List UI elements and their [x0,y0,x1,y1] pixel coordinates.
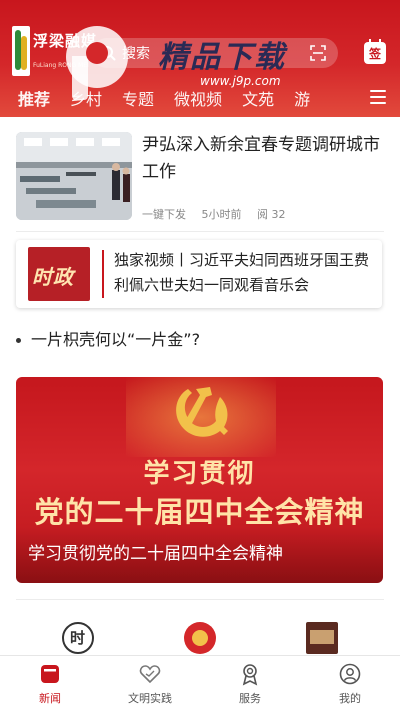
scan-icon[interactable] [310,45,326,61]
news-list-item[interactable]: 尹弘深入新余宜春专题调研城市工作 一键下发 5小时前 阅 32 [16,132,384,224]
bullet-icon [16,338,21,343]
channel-menu-icon[interactable] [370,90,386,104]
sign-in-button[interactable]: 签 [364,39,386,64]
news-time: 5小时前 [201,208,242,221]
tab-village[interactable]: 乡村 [70,86,102,110]
profile-icon [339,663,361,685]
promo-banner[interactable]: 学习贯彻 党的二十届四中全会精神 学习贯彻党的二十届四中全会精神 [16,377,383,583]
bottom-navigation: 新闻 文明实践 服务 我的 [0,655,400,711]
news-read-count: 阅 32 [257,208,286,221]
nav-profile-label: 我的 [339,692,361,705]
headline-link[interactable]: 一片枳壳何以“一片金”? [16,326,200,350]
nav-service-label: 服务 [239,692,261,705]
search-icon [101,46,116,61]
tab-travel[interactable]: 游 [294,86,310,110]
nav-civilization-label: 文明实践 [128,692,172,705]
banner-headline-2: 党的二十届四中全会精神 [34,495,365,529]
news-meta: 一键下发 5小时前 阅 32 [142,206,298,222]
accent-bar [102,250,104,298]
headline-text: 一片枳壳何以“一片金”? [31,330,201,349]
app-header: 浮梁融媒 FuLiang RONG MEI 搜索 签 精品下载 www.j9p.… [0,0,400,117]
politics-thumbnail: 时政 [28,247,90,301]
news-thumbnail [16,132,132,220]
gallery-shortcut-icon[interactable] [306,622,338,654]
logo-mark-icon [12,26,30,76]
party-shortcut-icon[interactable] [184,622,216,654]
nav-news-label: 新闻 [39,692,61,705]
logo-subtitle: FuLiang RONG MEI [33,62,89,69]
featured-news-card[interactable]: 时政 独家视频丨习近平夫妇同西班牙国王费利佩六世夫妇一同观看音乐会 [16,240,382,308]
tab-special[interactable]: 专题 [122,86,154,110]
app-logo: 浮梁融媒 FuLiang RONG MEI [12,26,96,78]
nav-civilization[interactable]: 文明实践 [100,656,200,711]
shortcut-row [0,600,400,656]
tab-micro-video[interactable]: 微视频 [174,86,222,110]
divider [16,231,384,232]
featured-title[interactable]: 独家视频丨习近平夫妇同西班牙国王费利佩六世夫妇一同观看音乐会 [114,248,376,298]
politics-shortcut-icon[interactable] [62,622,94,654]
party-emblem-icon [176,387,228,437]
thumbnail-label: 时政 [32,265,74,289]
news-source: 一键下发 [142,208,186,221]
nav-profile[interactable]: 我的 [300,656,400,711]
news-icon [41,665,59,683]
search-bar[interactable]: 搜索 [92,38,338,68]
search-placeholder: 搜索 [122,46,150,62]
service-icon [242,664,258,686]
heart-icon [139,665,161,684]
channel-tabs: 推荐 乡村 专题 微视频 文苑 游 [0,84,400,112]
news-title[interactable]: 尹弘深入新余宜春专题调研城市工作 [142,132,382,186]
tab-literature[interactable]: 文苑 [242,86,274,110]
nav-service[interactable]: 服务 [200,656,300,711]
nav-news[interactable]: 新闻 [0,656,100,711]
banner-caption: 学习贯彻党的二十届四中全会精神 [28,544,283,564]
tab-recommend[interactable]: 推荐 [18,86,50,110]
logo-name: 浮梁融媒 [33,32,98,50]
banner-headline-1: 学习贯彻 [143,459,256,489]
